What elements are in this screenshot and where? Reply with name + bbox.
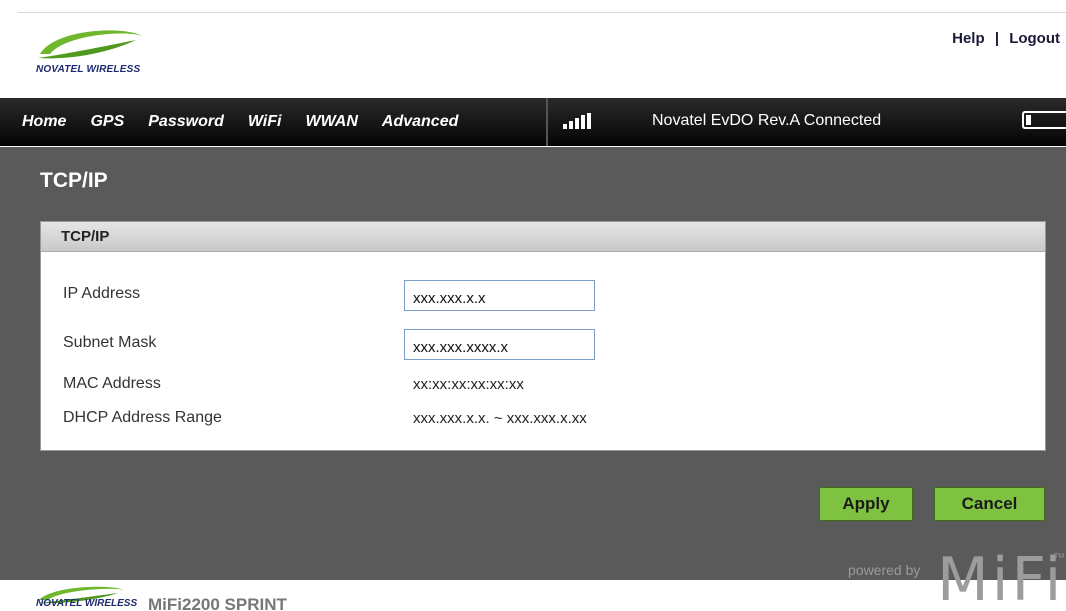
help-links: Help | Logout [952, 30, 1060, 47]
dhcp-range-label: DHCP Address Range [63, 409, 222, 426]
nav-item-password[interactable]: Password [148, 113, 224, 131]
tcpip-panel: TCP/IP IP Address Subnet Mask MAC Addres… [40, 221, 1046, 451]
subnet-mask-input[interactable] [404, 329, 595, 360]
device-model: MiFi2200 SPRINT [148, 595, 287, 611]
novatel-swoosh-icon [38, 30, 142, 59]
header: NOVATEL WIRELESS Help | Logout [0, 14, 1066, 98]
signal-bars-icon [563, 113, 591, 129]
nav-divider [546, 98, 548, 146]
footer-logo-text: NOVATEL WIRELESS [36, 598, 138, 609]
nav-item-wifi[interactable]: WiFi [248, 113, 282, 131]
panel-header: TCP/IP [41, 222, 1045, 252]
nav-menu: Home GPS Password WiFi WWAN Advanced [22, 113, 482, 131]
nav-item-advanced[interactable]: Advanced [382, 113, 458, 131]
mac-address-value: xx:xx:xx:xx:xx:xx [413, 376, 524, 393]
top-divider [18, 12, 1066, 13]
nav-item-gps[interactable]: GPS [90, 113, 124, 131]
novatel-logo: NOVATEL WIRELESS [36, 24, 146, 84]
help-link[interactable]: Help [952, 30, 985, 47]
logout-link[interactable]: Logout [1009, 30, 1060, 47]
page-title: TCP/IP [40, 169, 108, 192]
subnet-mask-label: Subnet Mask [63, 334, 157, 351]
battery-icon [1022, 111, 1066, 129]
ip-address-input[interactable] [404, 280, 595, 311]
trademark-mark: TM [1054, 553, 1065, 560]
dhcp-range-value: xxx.xxx.x.x. ~ xxx.xxx.x.xx [413, 410, 587, 427]
footer-novatel-logo: NOVATEL WIRELESS [36, 584, 137, 611]
mac-address-label: MAC Address [63, 375, 161, 392]
powered-by-text: powered by [848, 562, 921, 578]
main-content: TCP/IP TCP/IP IP Address Subnet Mask MAC… [0, 147, 1066, 580]
apply-button[interactable]: Apply [819, 487, 913, 521]
connection-status: Novatel EvDO Rev.A Connected [652, 112, 882, 129]
mifi-logo: MiFi [937, 545, 1065, 611]
cancel-button[interactable]: Cancel [934, 487, 1045, 521]
link-separator: | [994, 30, 1000, 47]
footer: NOVATEL WIRELESS MiFi2200 SPRINT powered… [0, 550, 1066, 611]
nav-item-wwan[interactable]: WWAN [305, 113, 357, 131]
logo-text: NOVATEL WIRELESS [36, 64, 141, 75]
nav-item-home[interactable]: Home [22, 113, 66, 131]
nav-bar: Home GPS Password WiFi WWAN Advanced Nov… [0, 98, 1066, 146]
ip-address-label: IP Address [63, 285, 141, 302]
